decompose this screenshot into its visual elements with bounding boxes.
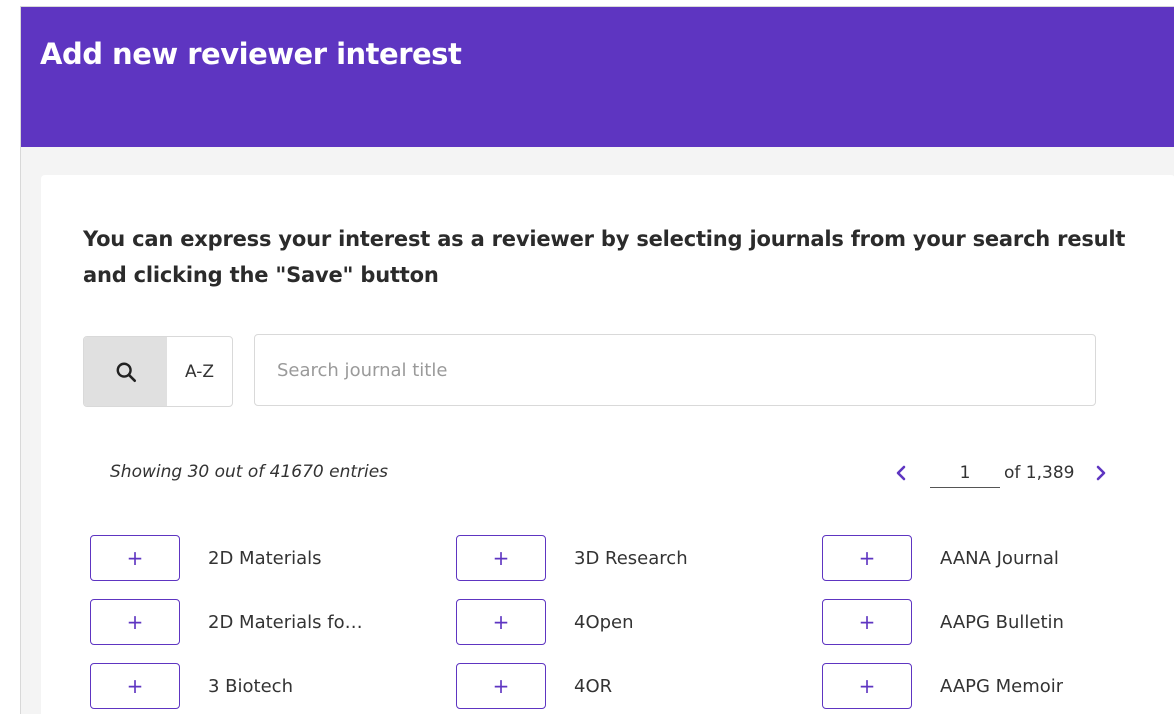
add-journal-button[interactable]: + xyxy=(90,599,180,645)
chevron-right-icon xyxy=(1097,465,1106,481)
add-journal-button[interactable]: + xyxy=(822,599,912,645)
journal-title: AAPG Memoir xyxy=(940,675,1064,697)
journal-title: 4Open xyxy=(574,611,634,633)
journal-title: AANA Journal xyxy=(940,547,1059,569)
page-title: Add new reviewer interest xyxy=(40,37,462,71)
journal-item: + 2D Materials fo… xyxy=(90,599,456,645)
journal-title: AAPG Bulletin xyxy=(940,611,1064,633)
add-journal-button[interactable]: + xyxy=(456,535,546,581)
add-journal-button[interactable]: + xyxy=(456,599,546,645)
az-mode-button[interactable]: A-Z xyxy=(167,337,232,406)
chevron-left-icon xyxy=(896,465,906,481)
journal-list: + 2D Materials + 3D Research + AANA Jour… xyxy=(90,535,1150,709)
journal-title: 2D Materials xyxy=(208,547,322,569)
add-journal-button[interactable]: + xyxy=(456,663,546,709)
journal-item: + 3 Biotech xyxy=(90,663,456,709)
content-card: You can express your interest as a revie… xyxy=(41,175,1174,714)
journal-item: + 3D Research xyxy=(456,535,822,581)
journal-item: + 4OR xyxy=(456,663,822,709)
add-journal-button[interactable]: + xyxy=(822,535,912,581)
journal-item: + 2D Materials xyxy=(90,535,456,581)
intro-text: You can express your interest as a revie… xyxy=(83,227,1126,287)
search-mode-toggle: A-Z xyxy=(83,336,233,407)
search-icon xyxy=(116,362,136,382)
dialog-frame: Add new reviewer interest You can expres… xyxy=(20,6,1174,714)
journal-title: 4OR xyxy=(574,675,613,697)
page-total: of 1,389 xyxy=(1004,463,1075,483)
results-count: Showing 30 out of 41670 entries xyxy=(110,462,389,482)
journal-item: + AAPG Memoir xyxy=(822,663,1174,709)
pagination: of 1,389 xyxy=(886,455,1116,491)
prev-page-button[interactable] xyxy=(886,465,916,481)
journal-title: 3 Biotech xyxy=(208,675,293,697)
search-mode-button[interactable] xyxy=(84,337,167,406)
add-journal-button[interactable]: + xyxy=(90,535,180,581)
page-number-input[interactable] xyxy=(930,458,1000,488)
add-journal-button[interactable]: + xyxy=(90,663,180,709)
next-page-button[interactable] xyxy=(1086,465,1116,481)
journal-item: + 4Open xyxy=(456,599,822,645)
journal-item: + AAPG Bulletin xyxy=(822,599,1174,645)
journal-title: 3D Research xyxy=(574,547,688,569)
add-journal-button[interactable]: + xyxy=(822,663,912,709)
journal-search-input[interactable] xyxy=(254,334,1096,406)
journal-item: + AANA Journal xyxy=(822,535,1174,581)
dialog-header: Add new reviewer interest xyxy=(21,7,1174,147)
journal-title: 2D Materials fo… xyxy=(208,611,363,633)
